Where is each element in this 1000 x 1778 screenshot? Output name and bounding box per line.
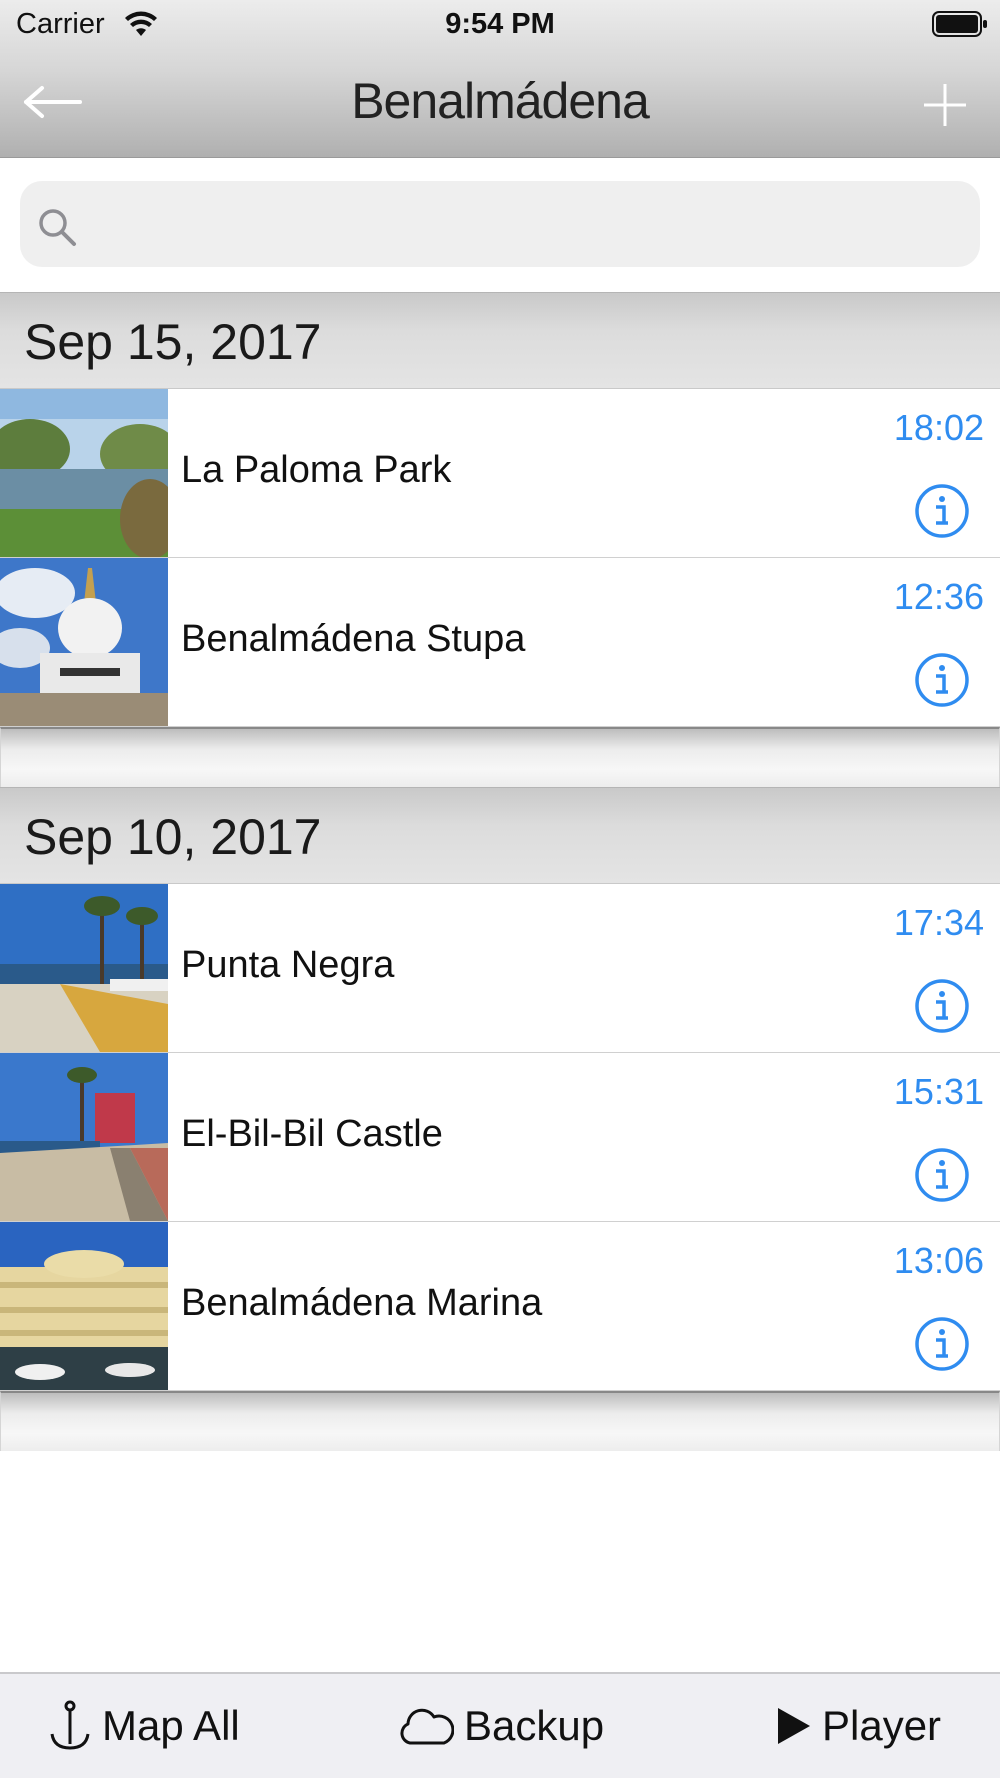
pin-icon xyxy=(50,1700,90,1750)
photo-thumbnail xyxy=(0,389,168,557)
photo-thumbnail xyxy=(0,558,168,726)
list-item[interactable]: Benalmádena Marina 13:06 xyxy=(0,1222,1000,1391)
section-footer xyxy=(0,1391,1000,1451)
item-title: Punta Negra xyxy=(181,944,395,986)
photo-thumbnail xyxy=(0,1053,168,1221)
item-time: 12:36 xyxy=(893,576,984,617)
section-header: Sep 10, 2017 xyxy=(0,787,1000,884)
item-title: Benalmádena Stupa xyxy=(181,618,526,660)
page-title: Benalmádena xyxy=(351,73,650,129)
section-footer xyxy=(0,727,1000,787)
list-item[interactable]: Punta Negra 17:34 xyxy=(0,884,1000,1053)
item-time: 13:06 xyxy=(893,1240,984,1281)
list-item[interactable]: El-Bil-Bil Castle 15:31 xyxy=(0,1053,1000,1222)
list-item[interactable]: Benalmádena Stupa 12:36 xyxy=(0,558,1000,727)
header-bar: Carrier 9:54 PM Benalmádena xyxy=(0,0,1000,158)
plus-icon[interactable] xyxy=(920,80,970,130)
section-header: Sep 15, 2017 xyxy=(0,292,1000,389)
info-icon[interactable] xyxy=(914,1316,970,1372)
battery-icon xyxy=(932,11,987,37)
item-time: 15:31 xyxy=(893,1071,984,1112)
info-icon[interactable] xyxy=(914,978,970,1034)
status-bar: Carrier 9:54 PM xyxy=(0,0,1000,50)
section-date: Sep 15, 2017 xyxy=(24,314,322,370)
item-time: 18:02 xyxy=(893,407,984,448)
section-date: Sep 10, 2017 xyxy=(24,809,322,865)
backup-button[interactable]: Backup xyxy=(398,1674,604,1778)
backup-label: Backup xyxy=(464,1702,605,1749)
play-icon xyxy=(778,1708,810,1744)
info-icon[interactable] xyxy=(914,483,970,539)
player-label: Player xyxy=(822,1702,942,1749)
player-button[interactable]: Player xyxy=(776,1674,941,1778)
item-title: El-Bil-Bil Castle xyxy=(181,1113,443,1155)
photo-thumbnail xyxy=(0,884,168,1052)
navigation-bar: Benalmádena xyxy=(0,50,1000,157)
item-time: 17:34 xyxy=(893,902,984,943)
item-title: Benalmádena Marina xyxy=(181,1282,543,1324)
search-area xyxy=(0,158,1000,292)
info-icon[interactable] xyxy=(914,652,970,708)
map-all-label: Map All xyxy=(102,1702,240,1749)
list-item[interactable]: La Paloma Park 18:02 xyxy=(0,389,1000,558)
status-time: 9:54 PM xyxy=(445,8,555,40)
cloud-icon xyxy=(400,1708,454,1745)
search-input[interactable] xyxy=(20,181,980,267)
bottom-toolbar: Map All Backup Player xyxy=(0,1672,1000,1778)
item-title: La Paloma Park xyxy=(181,449,452,491)
map-all-button[interactable]: Map All xyxy=(48,1674,240,1778)
info-icon[interactable] xyxy=(914,1147,970,1203)
photo-thumbnail xyxy=(0,1222,168,1390)
